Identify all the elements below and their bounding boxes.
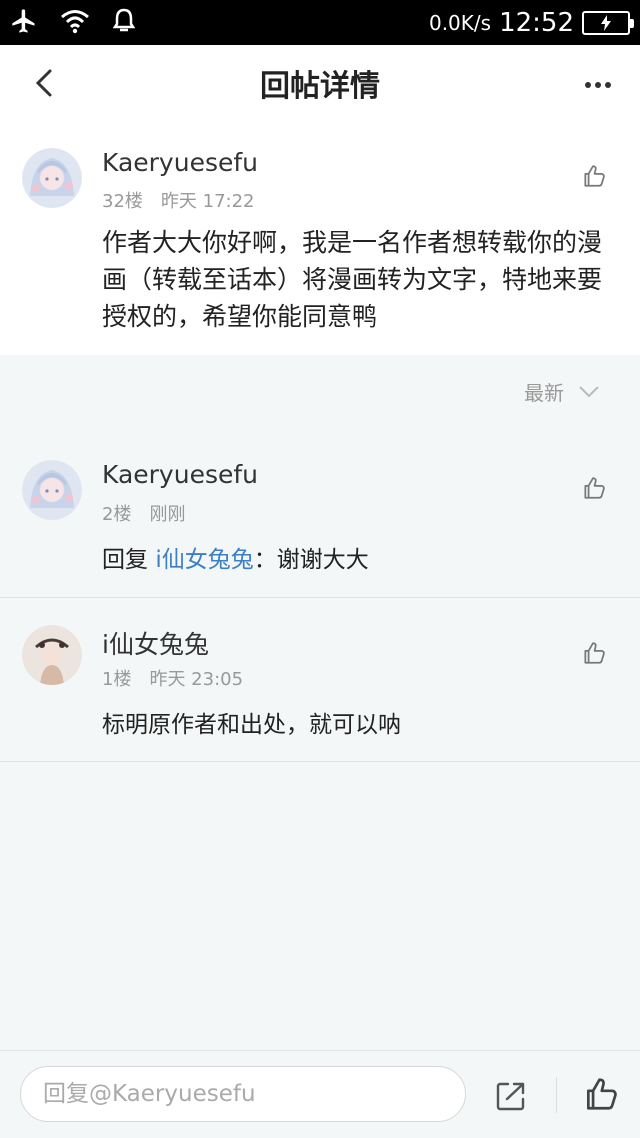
reply-like-button[interactable] [578,637,610,669]
reply-time: 昨天 23:05 [149,669,244,690]
reply-floor: 2楼 [102,504,132,525]
reply-meta: 1楼 昨天 23:05 [102,665,243,691]
status-bar: 0.0K/s 12:52 [0,0,640,45]
chevron-down-icon [579,385,599,397]
reply-prefix: 回复 [102,547,156,573]
sort-label: 最新 [524,381,564,405]
reply-content: 标明原作者和出处，就可以呐 [102,712,401,738]
battery-charging-icon [582,10,634,35]
post-author[interactable]: Kaeryuesefu [102,148,258,177]
post-meta: 32楼 昨天 17:22 [102,187,255,213]
post-floor: 32楼 [102,191,143,212]
back-button[interactable] [24,63,64,103]
page-title: 回帖详情 [260,68,380,104]
post-time: 昨天 17:22 [160,191,255,212]
post-content: 作者大大你好啊，我是一名作者想转载你的漫画（转载至话本）将漫画转为文字，特地来要… [102,228,603,331]
share-button[interactable] [494,1079,528,1113]
bottom-bar [0,1050,640,1138]
more-button[interactable] [578,65,618,105]
avatar[interactable] [22,460,82,520]
reply-meta: 2楼 刚刚 [102,500,185,526]
reply-author[interactable]: i仙女兔兔 [102,625,209,661]
avatar[interactable] [22,148,82,208]
divider [556,1077,557,1113]
top-bar: 回帖详情 [0,45,640,120]
reply-item: i仙女兔兔 1楼 昨天 23:05 标明原作者和出处，就可以呐 [0,598,640,762]
reply-body: ：谢谢大大 [253,547,369,573]
notification-icon [112,8,136,38]
airplane-icon [10,7,38,39]
wifi-icon [60,8,90,38]
reply-item: Kaeryuesefu 2楼 刚刚 回复 i仙女兔兔：谢谢大大 [0,434,640,598]
reply-time: 刚刚 [149,504,186,525]
reply-content: 回复 i仙女兔兔：谢谢大大 [102,540,369,574]
network-speed: 0.0K/s [428,10,492,35]
main-post: Kaeryuesefu 32楼 昨天 17:22 作者大大你好啊，我是一名作者想转… [0,120,640,355]
reply-floor: 1楼 [102,669,132,690]
sort-dropdown[interactable]: 最新 [524,377,600,406]
clock: 12:52 [499,7,574,38]
mention-link[interactable]: i仙女兔兔 [155,547,253,573]
reply-like-button[interactable] [578,472,610,504]
reply-author[interactable]: Kaeryuesefu [102,460,258,489]
avatar[interactable] [22,625,82,685]
reply-input[interactable] [20,1066,466,1122]
like-button[interactable] [582,1075,620,1113]
post-like-button[interactable] [578,160,610,192]
